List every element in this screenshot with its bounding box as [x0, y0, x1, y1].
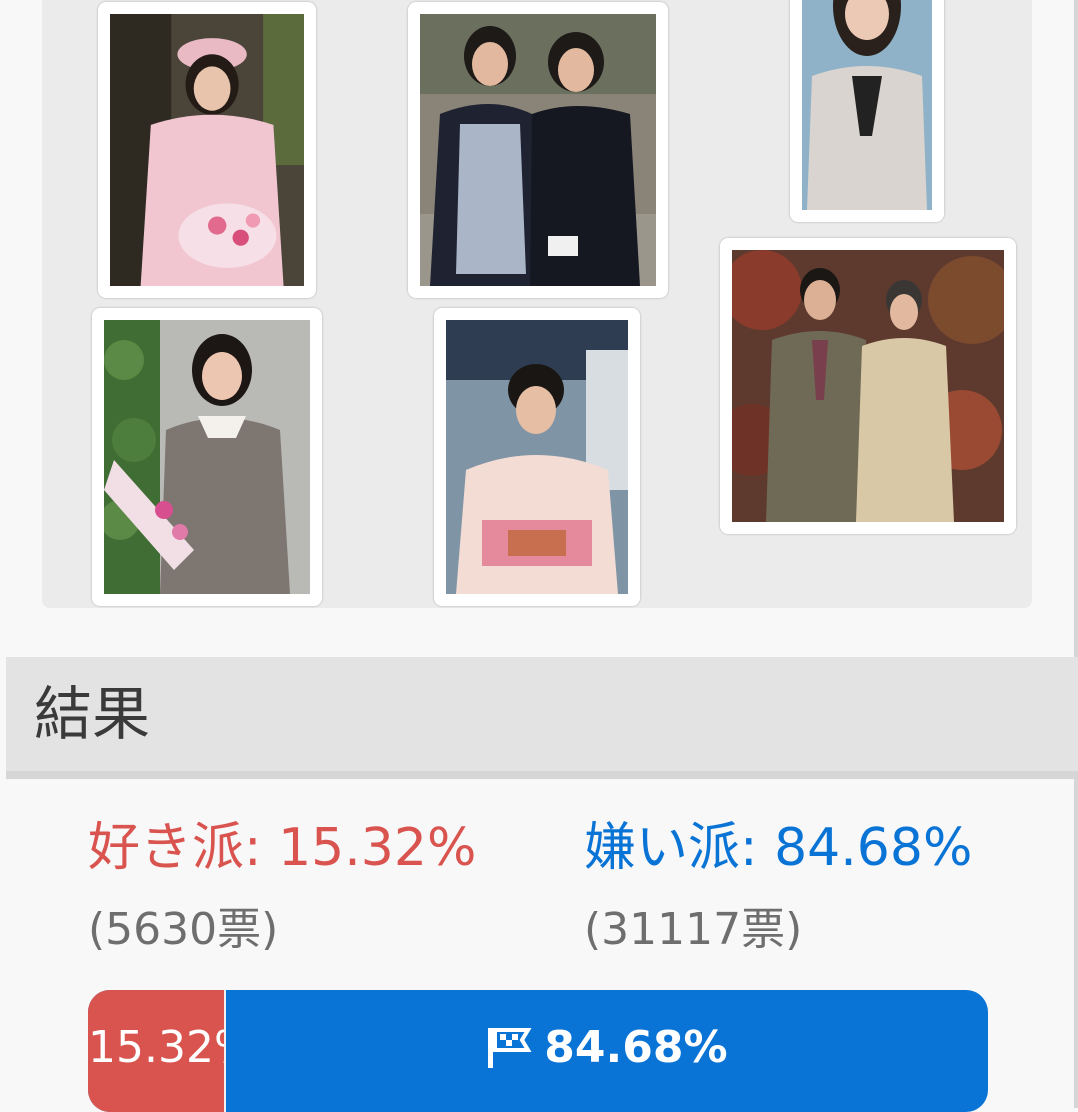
- dislike-stat: 嫌い派: 84.68%: [584, 816, 972, 880]
- dislike-votes: (31117票): [584, 904, 803, 955]
- photo-floral-dress-bouquet[interactable]: [92, 308, 322, 606]
- like-label: 好き派: [88, 818, 245, 878]
- photo-gallery: [42, 0, 1032, 608]
- photo-kimono[interactable]: [434, 308, 640, 606]
- results-header: 結果: [6, 657, 1078, 779]
- like-votes: (5630票): [88, 904, 279, 955]
- flag-icon: [488, 1028, 532, 1068]
- like-percent: 15.32%: [278, 818, 477, 878]
- dislike-bar-label: 84.68%: [544, 1022, 728, 1073]
- like-bar-label: 15.32%: [88, 1022, 224, 1073]
- dislike-separator: :: [740, 818, 775, 878]
- photo-couple-autumn[interactable]: [720, 238, 1016, 534]
- dislike-bar-segment: 84.68%: [226, 990, 988, 1112]
- like-bar-segment: 15.32%: [88, 990, 226, 1112]
- photo-beige-jacket[interactable]: [790, 0, 944, 222]
- like-stat: 好き派: 15.32%: [88, 816, 476, 880]
- like-separator: :: [244, 818, 279, 878]
- results-title: 結果: [34, 680, 151, 748]
- result-bar: 15.32% 84.68%: [88, 990, 988, 1112]
- dislike-label: 嫌い派: [584, 818, 741, 878]
- photo-pink-dress-bouquet[interactable]: [98, 2, 316, 298]
- photo-two-girls-school[interactable]: [408, 2, 668, 298]
- dislike-percent: 84.68%: [774, 818, 973, 878]
- scrollbar[interactable]: [1074, 0, 1078, 1108]
